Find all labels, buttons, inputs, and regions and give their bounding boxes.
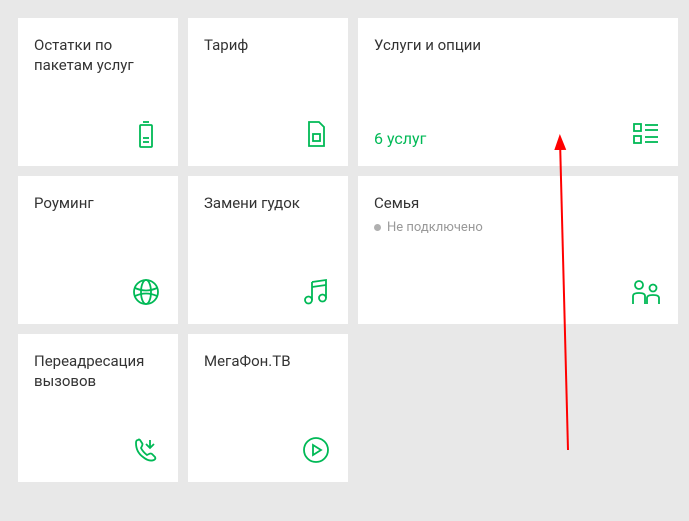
phone-forward-icon bbox=[130, 434, 162, 466]
tile-ringtone[interactable]: Замени гудок bbox=[188, 176, 348, 324]
tile-forwarding[interactable]: Переадресация вызовов bbox=[18, 334, 178, 482]
tile-grid: Остатки по пакетам услуг Тариф Услуги и … bbox=[0, 0, 689, 500]
tile-roaming[interactable]: Роуминг bbox=[18, 176, 178, 324]
tile-tariff[interactable]: Тариф bbox=[188, 18, 348, 166]
status-dot-icon bbox=[374, 224, 381, 231]
tile-title: Замени гудок bbox=[204, 194, 332, 214]
tile-family[interactable]: Семья Не подключено bbox=[358, 176, 678, 324]
tile-tv[interactable]: МегаФон.ТВ bbox=[188, 334, 348, 482]
tile-title: Остатки по пакетам услуг bbox=[34, 36, 162, 75]
tile-title: Тариф bbox=[204, 36, 332, 56]
battery-icon bbox=[130, 118, 162, 150]
tile-services[interactable]: Услуги и опции 6 услуг bbox=[358, 18, 678, 166]
status-text: Не подключено bbox=[387, 220, 483, 235]
tile-title: МегаФон.ТВ bbox=[204, 352, 332, 372]
sim-icon bbox=[300, 118, 332, 150]
tile-title: Услуги и опции bbox=[374, 36, 662, 56]
list-icon bbox=[630, 118, 662, 150]
tile-title: Семья bbox=[374, 194, 662, 214]
tile-title: Роуминг bbox=[34, 194, 162, 214]
tile-status: Не подключено bbox=[374, 220, 662, 235]
play-icon bbox=[300, 434, 332, 466]
tile-balances[interactable]: Остатки по пакетам услуг bbox=[18, 18, 178, 166]
globe-icon bbox=[130, 276, 162, 308]
people-icon bbox=[630, 276, 662, 308]
tile-title: Переадресация вызовов bbox=[34, 352, 162, 391]
tile-value: 6 услуг bbox=[374, 129, 426, 148]
music-icon bbox=[300, 276, 332, 308]
